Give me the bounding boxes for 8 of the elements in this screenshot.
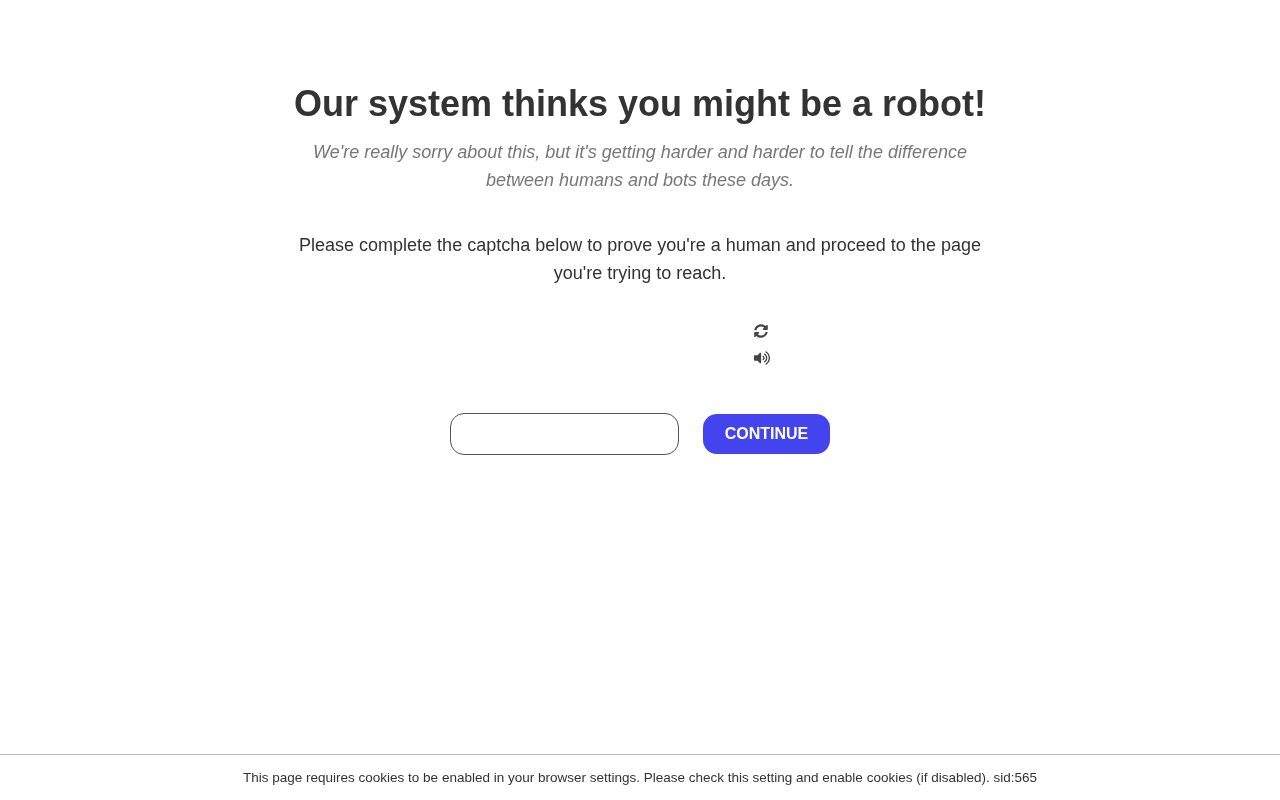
refresh-icon[interactable]: [754, 324, 768, 338]
captcha-instructions: Please complete the captcha below to prove you're a human and proceed to the page you're trying to reach.: [298, 234, 982, 285]
continue-button[interactable]: CONTINUE: [703, 414, 830, 454]
captcha-answer-field[interactable]: [450, 413, 679, 455]
page-heading: Our system thinks you might be a robot!: [293, 82, 987, 126]
speaker-icon[interactable]: [754, 350, 770, 366]
apology-subtitle: We're really sorry about this, but it's getting harder and harder to tell the difference between humans and bots these days.: [312, 141, 968, 192]
cookie-notice: This page requires cookies to be enabled in your browser settings. Please check this setting and enable cookies (if disabled). sid:565: [243, 770, 1037, 785]
